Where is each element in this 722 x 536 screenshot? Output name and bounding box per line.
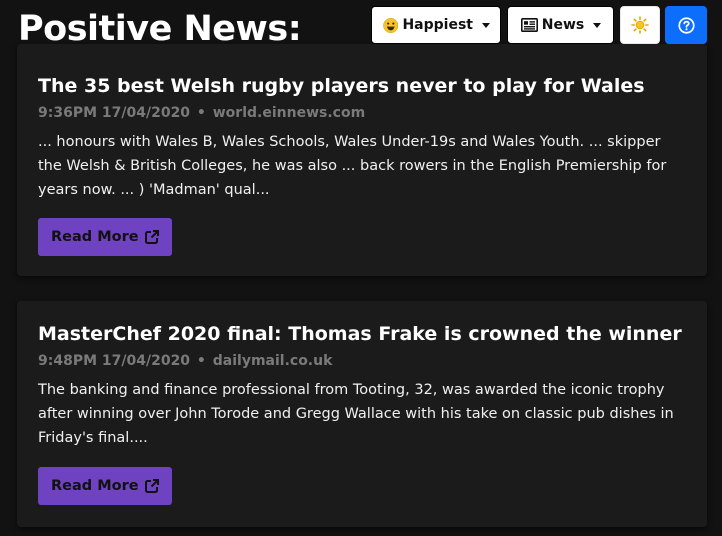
chevron-down-icon <box>482 22 490 28</box>
read-more-label: Read More <box>51 478 139 494</box>
theme-toggle-button[interactable] <box>620 6 660 44</box>
external-link-icon <box>144 230 159 244</box>
article-meta: 9:36PM 17/04/2020 • world.einnews.com <box>38 104 686 122</box>
external-link-icon <box>144 479 159 493</box>
article-card: The 35 best Welsh rugby players never to… <box>17 44 707 276</box>
sun-icon <box>631 16 649 34</box>
category-dropdown-button[interactable]: News <box>507 6 614 44</box>
article-excerpt: The banking and finance professional fro… <box>38 382 674 446</box>
meta-separator: • <box>196 353 206 369</box>
sort-label: Happiest <box>402 17 473 33</box>
page-title: Positive News: <box>18 9 302 49</box>
article-meta: 9:48PM 17/04/2020 • dailymail.co.uk <box>38 352 686 370</box>
help-button[interactable] <box>665 6 707 44</box>
category-label: News <box>541 17 585 33</box>
question-circle-icon <box>677 16 695 34</box>
article-title: The 35 best Welsh rugby players never to… <box>38 75 645 97</box>
article-source: dailymail.co.uk <box>212 353 333 369</box>
chevron-down-icon <box>593 22 602 28</box>
article-source: world.einnews.com <box>212 105 366 121</box>
article-time: 9:36PM 17/04/2020 <box>38 105 191 121</box>
article-time: 9:48PM 17/04/2020 <box>38 353 191 369</box>
article-title: MasterChef 2020 final: Thomas Frake is c… <box>38 323 682 345</box>
smiling-face-icon <box>383 17 399 33</box>
article-card: MasterChef 2020 final: Thomas Frake is c… <box>17 301 707 527</box>
sort-dropdown-button[interactable]: Happiest <box>371 6 501 44</box>
read-more-label: Read More <box>51 229 139 245</box>
meta-separator: • <box>196 105 206 121</box>
news-page: The 35 best Welsh rugby players never to… <box>0 0 722 536</box>
read-more-button[interactable]: Read More <box>38 467 172 505</box>
read-more-button[interactable]: Read More <box>38 218 172 256</box>
newspaper-icon <box>520 18 538 32</box>
article-excerpt: ... honours with Wales B, Wales Schools,… <box>38 134 667 198</box>
